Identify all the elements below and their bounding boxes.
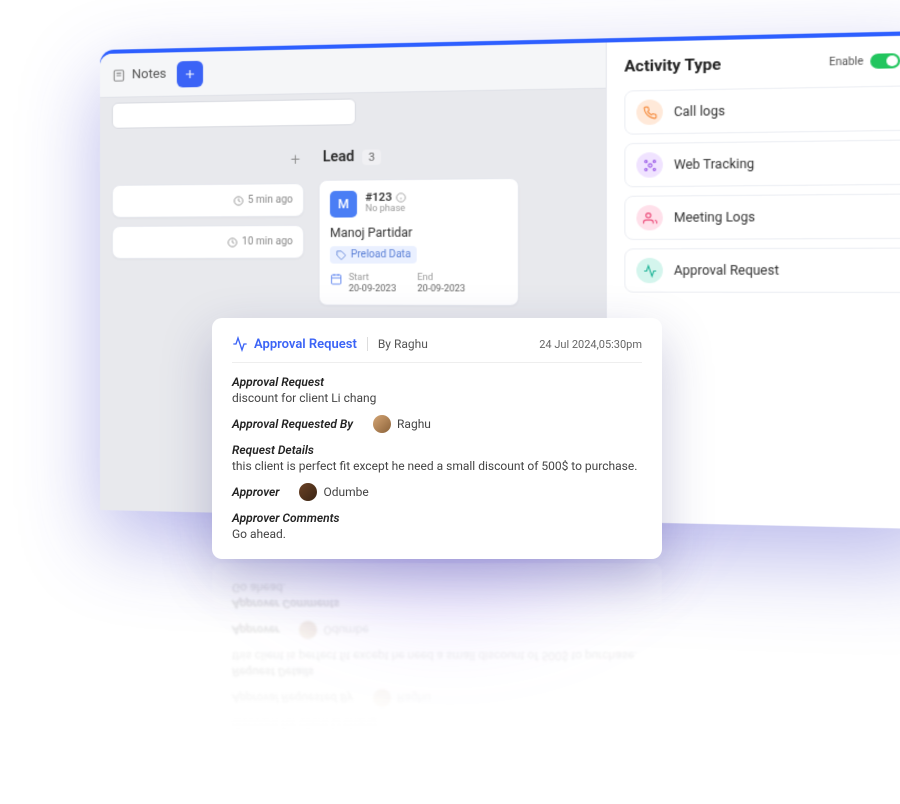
- info-icon: [396, 192, 407, 202]
- activity-label: Call logs: [674, 104, 725, 120]
- approval-section-label: Approval Request: [232, 375, 642, 389]
- activity-label: Approval Request: [674, 263, 779, 278]
- column-title: Lead: [323, 149, 355, 166]
- activity-item-meeting-logs[interactable]: Meeting Logs: [624, 193, 900, 240]
- clock-icon: [228, 237, 238, 247]
- lead-name: Manoj Partidar: [330, 225, 507, 240]
- avatar: [299, 483, 317, 501]
- lead-card[interactable]: M #123 No phase Manoj Partidar Preload D: [319, 178, 519, 306]
- approval-request-card: Approval Request By Raghu 24 Jul 2024,05…: [212, 318, 662, 559]
- plus-icon: [182, 66, 196, 80]
- activity-item-approval-request[interactable]: Approval Request: [624, 248, 900, 293]
- requested-by-label: Approval Requested By: [232, 417, 353, 431]
- lead-id: #123: [365, 190, 392, 204]
- board-card[interactable]: 5 min ago: [112, 183, 304, 218]
- notes-icon: [112, 68, 126, 82]
- approver-person: Odumbe: [299, 483, 368, 501]
- approver-comments-label: Approver Comments: [232, 511, 642, 525]
- column-header: Lead 3: [319, 140, 519, 171]
- activity-item-web-tracking[interactable]: Web Tracking: [624, 139, 900, 187]
- approval-author: By Raghu: [367, 337, 428, 351]
- activity-list: Call logs Web Tracking Meeting Logs: [624, 85, 900, 293]
- end-label: End: [417, 272, 465, 282]
- meeting-icon: [636, 205, 662, 230]
- lead-dates: Start 20-09-2023 End 20-09-2023: [330, 272, 507, 294]
- notes-tab[interactable]: Notes: [112, 67, 166, 83]
- add-tab-button[interactable]: [176, 60, 202, 87]
- column-header: +: [112, 143, 304, 177]
- approval-title: Approval Request: [232, 336, 357, 352]
- lead-phase: No phase: [365, 204, 406, 215]
- activity-label: Meeting Logs: [674, 210, 755, 225]
- pulse-icon: [232, 336, 248, 352]
- enable-label: Enable: [829, 56, 863, 69]
- lead-avatar: M: [330, 191, 357, 218]
- clock-icon: [233, 195, 243, 205]
- approver-comments-text: Go ahead.: [232, 527, 642, 541]
- column-add-button[interactable]: +: [291, 149, 300, 168]
- request-details-text: this client is perfect fit except he nee…: [232, 459, 642, 473]
- approval-body: Approval Request discount for client Li …: [232, 375, 642, 541]
- enable-toggle[interactable]: [870, 53, 900, 69]
- calendar-icon: [330, 272, 342, 284]
- notes-label: Notes: [132, 67, 167, 83]
- request-details-label: Request Details: [232, 443, 642, 457]
- start-label: Start: [349, 272, 397, 282]
- search-input[interactable]: [112, 98, 356, 128]
- end-date: 20-09-2023: [417, 284, 465, 294]
- activity-item-call-logs[interactable]: Call logs: [624, 85, 900, 135]
- card-timestamp: 5 min ago: [123, 194, 293, 206]
- approval-header: Approval Request By Raghu 24 Jul 2024,05…: [232, 336, 642, 363]
- lead-tag[interactable]: Preload Data: [330, 246, 417, 264]
- approver-label: Approver: [232, 485, 279, 499]
- web-icon: [636, 152, 662, 178]
- approval-icon: [636, 258, 662, 283]
- avatar: [373, 415, 391, 433]
- panel-title: Activity Type: [624, 55, 721, 76]
- approval-section-text: discount for client Li chang: [232, 391, 642, 405]
- start-date: 20-09-2023: [349, 284, 397, 294]
- approval-datetime: 24 Jul 2024,05:30pm: [539, 338, 642, 351]
- card-timestamp: 10 min ago: [123, 236, 293, 248]
- requested-by-person: Raghu: [373, 415, 431, 433]
- phone-icon: [636, 99, 662, 125]
- reflection: Approval Request By Raghu 24 Jul 2024,05…: [212, 563, 662, 804]
- board-card[interactable]: 10 min ago: [112, 225, 304, 259]
- activity-label: Web Tracking: [674, 156, 754, 172]
- column-count: 3: [362, 149, 381, 165]
- tag-icon: [336, 250, 346, 260]
